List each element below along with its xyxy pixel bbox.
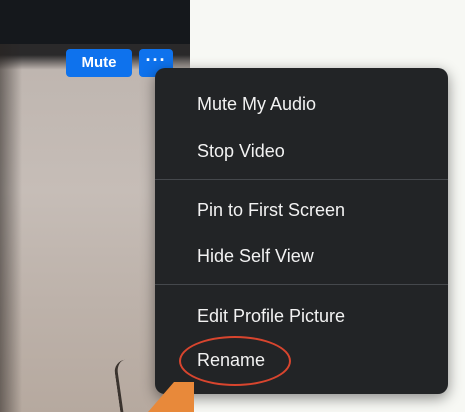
tile-shadow: [0, 44, 22, 412]
menu-divider: [155, 179, 448, 180]
mute-button[interactable]: Mute: [66, 49, 132, 77]
more-dots-icon: ···: [145, 50, 167, 70]
menu-item-stop-video[interactable]: Stop Video: [197, 139, 285, 163]
menu-item-hide-self-view[interactable]: Hide Self View: [197, 244, 314, 268]
top-toolbar-strip: [0, 0, 190, 44]
menu-item-pin-to-first-screen[interactable]: Pin to First Screen: [197, 198, 345, 222]
rename-highlight-ring: [179, 336, 291, 386]
menu-item-edit-profile-picture[interactable]: Edit Profile Picture: [197, 304, 345, 328]
background-object: [113, 359, 136, 412]
arrow-pointer-icon: [148, 382, 194, 412]
menu-divider: [155, 284, 448, 285]
menu-item-mute-my-audio[interactable]: Mute My Audio: [197, 92, 316, 116]
